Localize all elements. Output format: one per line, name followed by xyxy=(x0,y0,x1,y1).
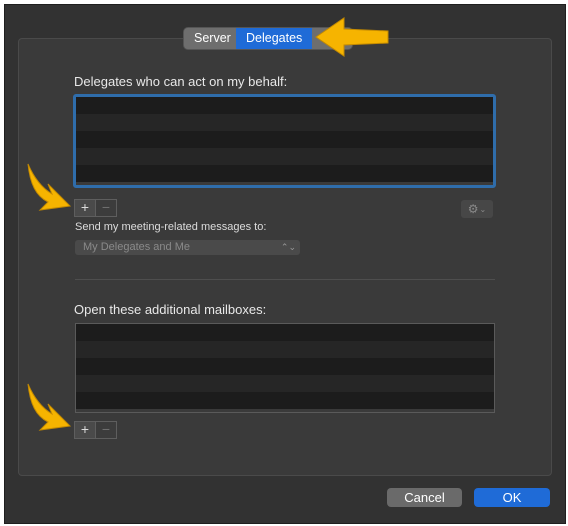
annotation-arrow-icon xyxy=(27,163,72,211)
mailboxes-list[interactable] xyxy=(75,323,495,413)
cancel-button[interactable]: Cancel xyxy=(387,488,462,507)
list-row[interactable] xyxy=(76,358,494,375)
annotation-arrow-icon xyxy=(315,17,389,57)
list-row[interactable] xyxy=(76,148,493,165)
list-row[interactable] xyxy=(76,324,494,341)
delegates-add-remove: + − xyxy=(74,199,117,217)
list-row[interactable] xyxy=(76,165,493,182)
chevron-down-icon: ⌄ xyxy=(479,204,487,214)
select-value: My Delegates and Me xyxy=(83,241,190,253)
chevron-updown-icon: ⌃⌄ xyxy=(280,242,296,252)
preferences-window: Server Delegates Delegates who can act o… xyxy=(4,4,566,524)
list-row[interactable] xyxy=(76,97,493,114)
remove-delegate-button[interactable]: − xyxy=(96,200,116,216)
delegates-heading: Delegates who can act on my behalf: xyxy=(74,74,288,89)
send-messages-select[interactable]: My Delegates and Me ⌃⌄ xyxy=(75,240,300,255)
tab-delegates[interactable]: Delegates xyxy=(236,28,313,49)
add-mailbox-button[interactable]: + xyxy=(75,422,96,438)
mailboxes-add-remove: + − xyxy=(74,421,117,439)
tab-server[interactable]: Server xyxy=(184,28,236,49)
list-row[interactable] xyxy=(76,375,494,392)
gear-icon: ⚙ xyxy=(467,202,479,216)
annotation-arrow-icon xyxy=(27,383,72,431)
section-divider xyxy=(75,279,495,280)
list-row[interactable] xyxy=(76,131,493,148)
gear-menu-button[interactable]: ⚙ ⌄ xyxy=(461,200,493,218)
mailboxes-heading: Open these additional mailboxes: xyxy=(74,302,267,317)
send-messages-label: Send my meeting-related messages to: xyxy=(75,221,267,233)
list-row[interactable] xyxy=(76,341,494,358)
delegates-list[interactable] xyxy=(73,94,496,188)
ok-button[interactable]: OK xyxy=(474,488,550,507)
list-row[interactable] xyxy=(76,114,493,131)
remove-mailbox-button[interactable]: − xyxy=(96,422,116,438)
list-row[interactable] xyxy=(76,392,494,409)
add-delegate-button[interactable]: + xyxy=(75,200,96,216)
